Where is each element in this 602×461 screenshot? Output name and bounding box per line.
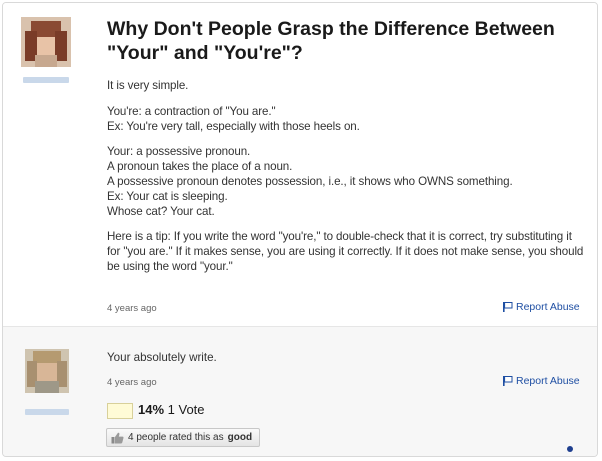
thumbs-up-icon xyxy=(111,432,124,443)
vote-count: 1 Vote xyxy=(167,402,205,417)
body-line: You're: a contraction of "You are." xyxy=(107,104,276,118)
body-line: A pronoun takes the place of a noun. xyxy=(107,160,293,174)
body-line: Whose cat? Your cat. xyxy=(107,204,215,218)
body-line: A possessive pronoun denotes possession,… xyxy=(107,174,513,188)
rated-word: good xyxy=(227,432,253,443)
question-section: Why Don't People Grasp the Difference Be… xyxy=(3,3,597,326)
body-line: It is very simple. xyxy=(107,79,189,92)
body-line: Ex: You're very tall, especially with th… xyxy=(107,119,360,133)
body-line: Ex: Your cat is sleeping. xyxy=(107,189,228,203)
flag-icon xyxy=(503,376,513,386)
answer-section: Your absolutely write. 4 years ago Repor… xyxy=(3,326,597,456)
vote-percent: 14% xyxy=(138,402,165,417)
tip-paragraph: Here is a tip: If you write the word "yo… xyxy=(107,230,584,273)
question-timestamp: 4 years ago xyxy=(107,303,157,314)
answer-text: Your absolutely write. xyxy=(107,351,217,364)
report-abuse-label: Report Abuse xyxy=(516,375,580,387)
rating-badge[interactable]: 4 people rated this as good xyxy=(106,428,261,447)
question-body: It is very simple. You're: a contraction… xyxy=(107,79,585,275)
vote-percent-bar xyxy=(107,403,133,419)
body-line: Your: a possessive pronoun. xyxy=(107,145,251,159)
answerer-avatar[interactable] xyxy=(25,349,69,393)
flag-icon xyxy=(503,302,513,312)
answer-report-abuse-link[interactable]: Report Abuse xyxy=(503,375,580,387)
question-report-abuse-link[interactable]: Report Abuse xyxy=(503,301,580,313)
qa-card: Why Don't People Grasp the Difference Be… xyxy=(2,2,598,457)
scroll-indicator xyxy=(567,446,573,452)
answer-timestamp: 4 years ago xyxy=(107,377,157,388)
report-abuse-label: Report Abuse xyxy=(516,301,580,313)
question-title: Why Don't People Grasp the Difference Be… xyxy=(107,18,555,64)
asker-avatar[interactable] xyxy=(21,17,71,67)
rated-prefix: 4 people rated this as xyxy=(128,432,224,443)
vote-summary: 14% 1 Vote xyxy=(138,402,205,417)
answerer-name[interactable] xyxy=(25,409,69,415)
asker-name[interactable] xyxy=(23,77,69,83)
